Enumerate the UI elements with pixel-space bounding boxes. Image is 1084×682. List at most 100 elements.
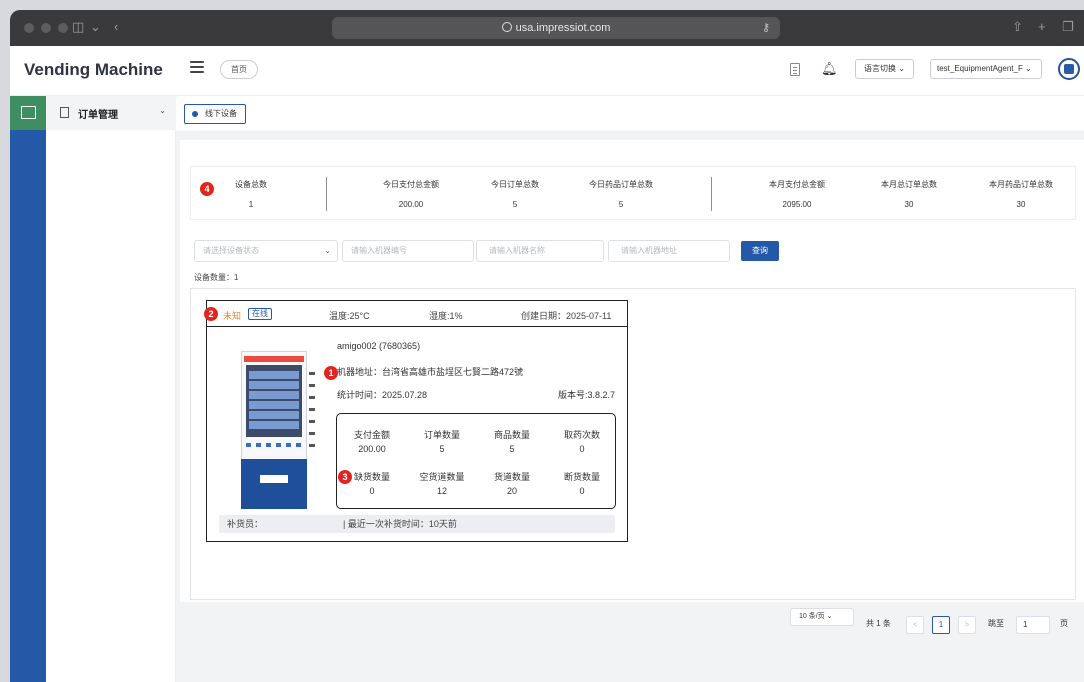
restocker-label: 补货员：	[227, 519, 264, 529]
stat-value: 2095.00	[782, 200, 812, 209]
divider	[326, 177, 327, 211]
stat-month-payment: 本月支付总金额 2095.00	[737, 179, 857, 209]
machine-address-input[interactable]: 请输入机器地址	[608, 240, 730, 262]
humidity: 湿度:1%	[429, 311, 463, 321]
back-icon[interactable]: ‹	[114, 19, 118, 35]
machine-address: 机器地址：台湾省高雄市盐埕区七賢二路472號	[337, 367, 524, 377]
bell-icon[interactable]: 🔔︎	[821, 61, 838, 77]
machine-card-header: 未知 在线 温度:25°C 湿度:1% 创建日期：2025-07-11	[207, 301, 627, 327]
stat-title: 本月总订单总数	[881, 180, 937, 189]
stat-value: 30	[1016, 200, 1026, 209]
last-restock: | 最近一次补货时间：10天前	[343, 519, 457, 529]
status-badge: 在线	[248, 308, 272, 320]
dashboard-icon[interactable]	[10, 96, 46, 130]
select-placeholder: 请选择设备状态	[203, 246, 259, 255]
metric-label: 货道数量	[493, 472, 530, 482]
annotation-badge: 4	[200, 182, 214, 196]
metric-value: 0	[369, 486, 375, 496]
machine-name-input[interactable]: 请输入机器名称	[476, 240, 604, 262]
device-count: 设备数量：1	[194, 273, 239, 282]
document-icon[interactable]	[790, 63, 800, 76]
hamburger-menu-icon[interactable]	[190, 61, 204, 73]
sidebar-rail	[10, 96, 46, 682]
stat-value: 1	[248, 200, 254, 209]
tag-bar: 线下设备	[176, 96, 1084, 132]
browser-window: ◫ ⌄ ‹ usa.impressiot.com ⚷ ⇧ + ❐ Vending…	[10, 10, 1084, 682]
stat-month-medicine-orders: 本月药品订单总数 30	[961, 179, 1081, 209]
address-bar[interactable]: usa.impressiot.com ⚷	[332, 17, 780, 39]
version: 版本号:3.8.2.7	[557, 390, 615, 400]
window-controls[interactable]	[24, 23, 68, 33]
query-button[interactable]: 查询	[741, 241, 779, 261]
machine-name: amigo002 (7680365)	[337, 341, 421, 351]
metric-lanes: 货道数量 20	[477, 470, 547, 496]
metric-value: 5	[439, 444, 445, 454]
stat-today-orders: 今日订单总数 5	[455, 179, 575, 209]
metric-label: 订单数量	[423, 430, 460, 440]
sidebar-toggle-icon[interactable]: ◫	[72, 19, 84, 35]
share-icon[interactable]: ⇧	[1012, 19, 1023, 35]
jump-label: 跳至	[988, 619, 1004, 628]
sidebar-menu: 订单管理 ⌄	[46, 96, 176, 682]
metric-pickups: 取药次数 0	[547, 428, 617, 454]
stat-title: 今日药品订单总数	[589, 180, 653, 189]
metric-label: 空货道数量	[419, 472, 465, 482]
stat-title: 今日订单总数	[491, 180, 539, 189]
language-switch-button[interactable]: 语言切换 ⌄	[855, 59, 914, 79]
chevron-down-icon: ⌄	[324, 246, 331, 255]
stat-value: 5	[512, 200, 518, 209]
status-text: 未知	[223, 311, 242, 321]
metric-value: 20	[506, 486, 517, 496]
metric-payment: 支付金额 200.00	[337, 428, 407, 454]
machine-metrics: 支付金额 200.00 订单数量 5 商品数量 5 取药次数 0 缺货数量 0 空货道数量…	[336, 413, 616, 509]
tabs-overview-icon[interactable]: ❐	[1062, 19, 1074, 35]
page-size-select[interactable]: 10 条/页 ⌄	[790, 608, 854, 626]
annotation-badge: 3	[338, 470, 352, 484]
password-key-icon[interactable]: ⚷	[762, 17, 770, 39]
stat-title: 本月药品订单总数	[989, 180, 1053, 189]
metric-products: 商品数量 5	[477, 428, 547, 454]
home-tab[interactable]: 首页	[220, 60, 258, 79]
metric-value: 12	[436, 486, 447, 496]
sidebar-item-orders[interactable]: 订单管理 ⌄	[46, 96, 176, 130]
metric-label: 支付金额	[353, 430, 390, 440]
next-page-button[interactable]: >	[958, 616, 976, 634]
new-tab-icon[interactable]: +	[1038, 19, 1046, 35]
stats-summary: 设备总数 1 今日支付总金额 200.00 今日订单总数 5 今日药品订单总数 …	[190, 166, 1076, 220]
stat-month-orders: 本月总订单总数 30	[849, 179, 969, 209]
created-date: 创建日期：2025-07-11	[521, 311, 612, 321]
metric-value: 0	[579, 444, 585, 454]
prev-page-button[interactable]: <	[906, 616, 924, 634]
metric-value: 0	[579, 486, 585, 496]
avatar[interactable]	[1058, 58, 1080, 80]
brand-title: Vending Machine	[24, 60, 163, 79]
machine-card[interactable]: 未知 在线 温度:25°C 湿度:1% 创建日期：2025-07-11 amig…	[206, 300, 628, 542]
metric-out-of-stock: 断货数量 0	[547, 470, 617, 496]
url-text: usa.impressiot.com	[515, 22, 611, 34]
metric-label: 取药次数	[563, 430, 600, 440]
tab-offline-devices[interactable]: 线下设备	[184, 104, 246, 124]
divider	[711, 177, 712, 211]
page-1-button[interactable]: 1	[932, 616, 950, 634]
annotation-badge: 1	[324, 366, 338, 380]
machine-number-input[interactable]: 请输入机器编号	[342, 240, 474, 262]
stat-today-medicine-orders: 今日药品订单总数 5	[561, 179, 681, 209]
device-status-select[interactable]: 请选择设备状态 ⌄	[194, 240, 338, 262]
app-header: Vending Machine 首页 🔔︎ 语言切换 ⌄ test_Equipm…	[10, 46, 1084, 96]
metric-empty-lanes: 空货道数量 12	[407, 470, 477, 496]
total-count: 共 1 条	[866, 619, 891, 628]
main-content: 线下设备 设备总数 1 今日支付总金额 200.00 今日订单总数 5 今日药品…	[176, 96, 1084, 682]
sidebar-item-label: 订单管理	[78, 110, 118, 121]
stat-value: 200.00	[398, 200, 424, 209]
content-panel: 设备总数 1 今日支付总金额 200.00 今日订单总数 5 今日药品订单总数 …	[180, 140, 1084, 634]
browser-toolbar: ◫ ⌄ ‹ usa.impressiot.com ⚷ ⇧ + ❐	[10, 10, 1084, 46]
metric-label: 商品数量	[493, 430, 530, 440]
stat-title: 今日支付总金额	[383, 180, 439, 189]
metric-label: 断货数量	[563, 472, 600, 482]
globe-icon	[501, 22, 512, 32]
chevron-down-icon[interactable]: ⌄	[90, 19, 101, 35]
stat-time: 统计时间：2025.07.28	[337, 390, 428, 400]
page-unit: 页	[1060, 619, 1068, 628]
jump-page-input[interactable]: 1	[1016, 616, 1050, 634]
user-account-dropdown[interactable]: test_EquipmentAgent_F ⌄	[930, 59, 1042, 79]
